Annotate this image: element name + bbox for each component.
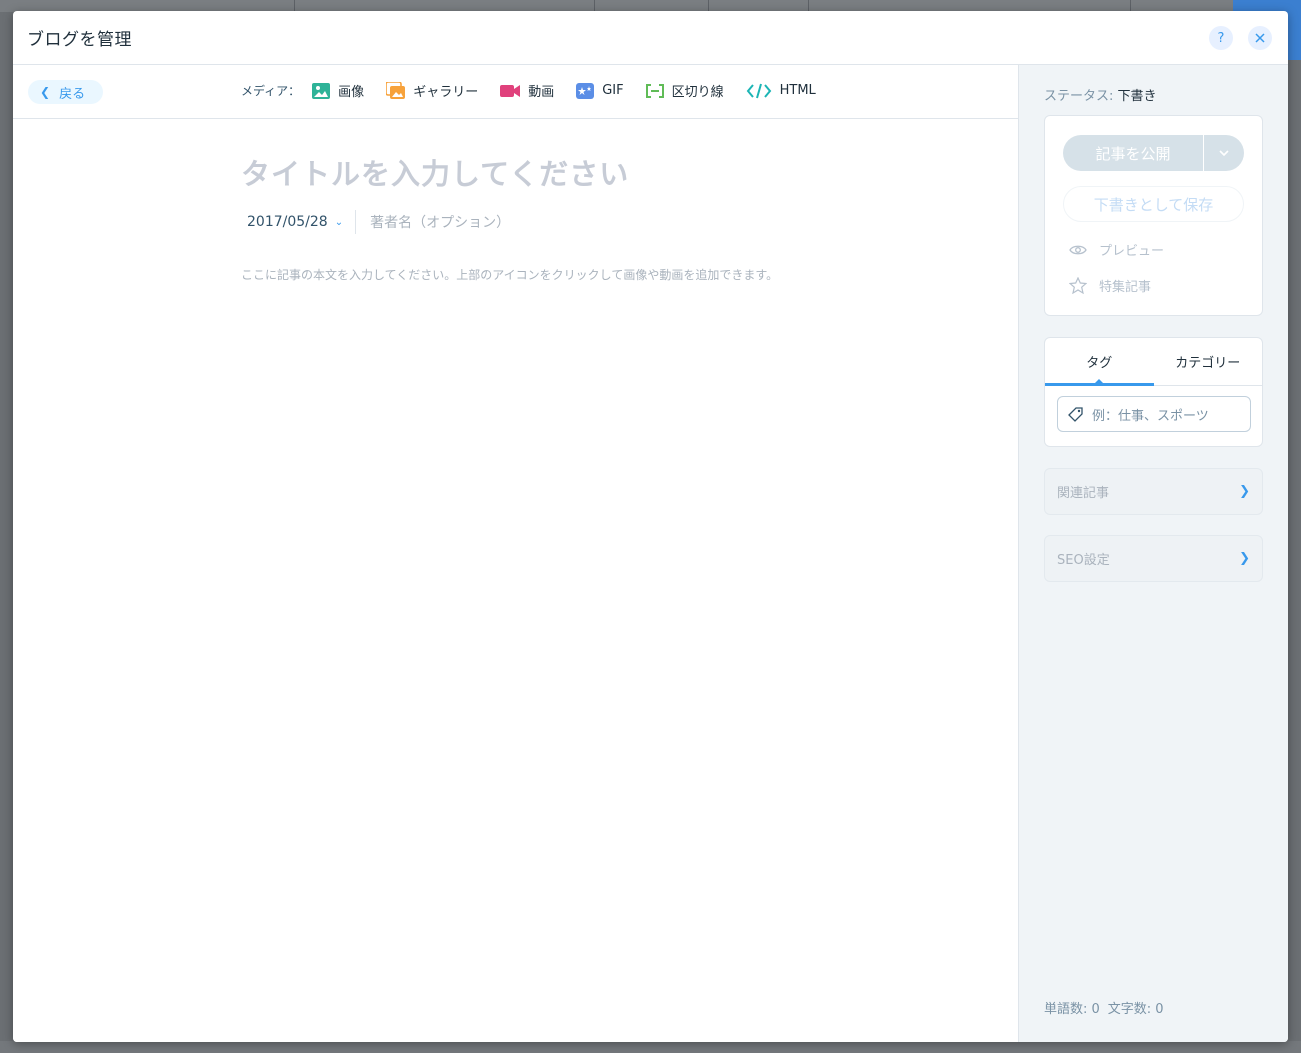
publish-button[interactable]: 記事を公開 <box>1063 135 1204 171</box>
chevron-down-icon <box>1219 150 1229 156</box>
preview-label: プレビュー <box>1099 244 1165 259</box>
gif-icon <box>576 82 595 99</box>
add-gallery-button[interactable]: ギャラリー <box>386 81 478 100</box>
media-item-label: ギャラリー <box>413 85 479 100</box>
back-button[interactable]: ❮ 戻る <box>28 80 103 104</box>
post-meta-row: 2017/05/28 ⌄ 著者名（オプション） <box>247 209 510 235</box>
media-item-label: 動画 <box>528 85 555 100</box>
tags-card: タグ カテゴリー 例：仕事、スポーツ <box>1044 337 1263 447</box>
post-body-input[interactable]: ここに記事の本文を入力してください。上部のアイコンをクリックして画像や動画を追加… <box>241 266 778 283</box>
seo-settings-row[interactable]: SEO設定 ❯ <box>1044 535 1263 582</box>
featured-label: 特集記事 <box>1099 280 1152 295</box>
status-value: 下書き <box>1117 89 1157 104</box>
chevron-right-icon: ❯ <box>1239 484 1250 499</box>
word-count: 単語数: 0 文字数: 0 <box>1044 998 1164 1017</box>
tags-tabs: タグ カテゴリー <box>1045 338 1262 386</box>
add-image-button[interactable]: 画像 <box>312 81 364 100</box>
related-posts-row[interactable]: 関連記事 ❯ <box>1044 468 1263 515</box>
status-label: ステータス: <box>1044 89 1114 104</box>
settings-sidebar: ステータス: 下書き 記事を公開 下書きとして保存 プレビュー 特集記事 タグ … <box>1018 65 1288 1042</box>
meta-divider <box>355 210 357 234</box>
date-value: 2017/05/28 <box>247 214 328 230</box>
tag-input[interactable]: 例：仕事、スポーツ <box>1057 396 1251 432</box>
add-html-button[interactable]: HTML <box>746 83 816 99</box>
divider-icon <box>645 83 664 98</box>
seo-settings-label: SEO設定 <box>1057 553 1110 568</box>
tag-input-placeholder: 例：仕事、スポーツ <box>1092 408 1209 424</box>
word-count-value: 単語数: 0 <box>1044 1002 1100 1017</box>
save-draft-button[interactable]: 下書きとして保存 <box>1063 186 1244 222</box>
author-input[interactable]: 著者名（オプション） <box>370 212 510 232</box>
blog-manager-modal: ブログを管理 ? ❮ 戻る メディア： 画像 ギャラリー 動画 GIF 区切り線… <box>13 11 1288 1042</box>
chevron-right-icon: ❯ <box>1239 551 1250 566</box>
media-label: メディア： <box>241 84 301 98</box>
video-icon <box>500 84 521 97</box>
modal-title: ブログを管理 <box>27 30 132 50</box>
featured-post-toggle[interactable]: 特集記事 <box>1069 276 1151 295</box>
status-line: ステータス: 下書き <box>1044 85 1157 104</box>
tab-tags[interactable]: タグ <box>1045 338 1154 386</box>
image-icon <box>312 82 331 99</box>
eye-icon <box>1069 245 1087 254</box>
background-app-footer <box>0 1041 1301 1053</box>
media-toolbar: メディア： 画像 ギャラリー 動画 GIF 区切り線 HTML <box>241 81 838 100</box>
date-picker[interactable]: 2017/05/28 ⌄ <box>247 214 343 230</box>
add-divider-button[interactable]: 区切り線 <box>645 81 724 100</box>
post-editor: ❮ 戻る メディア： 画像 ギャラリー 動画 GIF 区切り線 HTML タイト… <box>13 65 1018 1042</box>
media-item-label: GIF <box>602 83 624 98</box>
publish-card: 記事を公開 下書きとして保存 プレビュー 特集記事 <box>1044 115 1263 316</box>
add-video-button[interactable]: 動画 <box>500 81 554 100</box>
post-title-input[interactable]: タイトルを入力してください <box>241 151 629 193</box>
tab-categories[interactable]: カテゴリー <box>1154 338 1263 385</box>
media-item-label: HTML <box>779 83 816 98</box>
editor-toolbar: ❮ 戻る メディア： 画像 ギャラリー 動画 GIF 区切り線 HTML <box>13 65 1018 119</box>
gallery-icon <box>386 82 406 99</box>
media-item-label: 区切り線 <box>671 85 724 100</box>
related-posts-label: 関連記事 <box>1057 486 1110 501</box>
tag-icon <box>1068 407 1083 422</box>
chevron-down-icon: ⌄ <box>334 216 344 228</box>
chevron-left-icon: ❮ <box>40 85 51 99</box>
back-label: 戻る <box>59 86 86 102</box>
preview-link[interactable]: プレビュー <box>1069 240 1164 259</box>
close-icon[interactable] <box>1248 26 1272 50</box>
modal-header: ブログを管理 ? <box>13 11 1288 65</box>
star-icon <box>1069 277 1087 294</box>
html-code-icon <box>746 83 771 98</box>
media-item-label: 画像 <box>338 85 365 100</box>
add-gif-button[interactable]: GIF <box>576 82 624 99</box>
char-count-value: 文字数: 0 <box>1107 1002 1164 1017</box>
publish-button-group: 記事を公開 <box>1063 135 1244 171</box>
publish-options-button[interactable] <box>1204 135 1244 171</box>
help-icon[interactable]: ? <box>1209 26 1233 50</box>
